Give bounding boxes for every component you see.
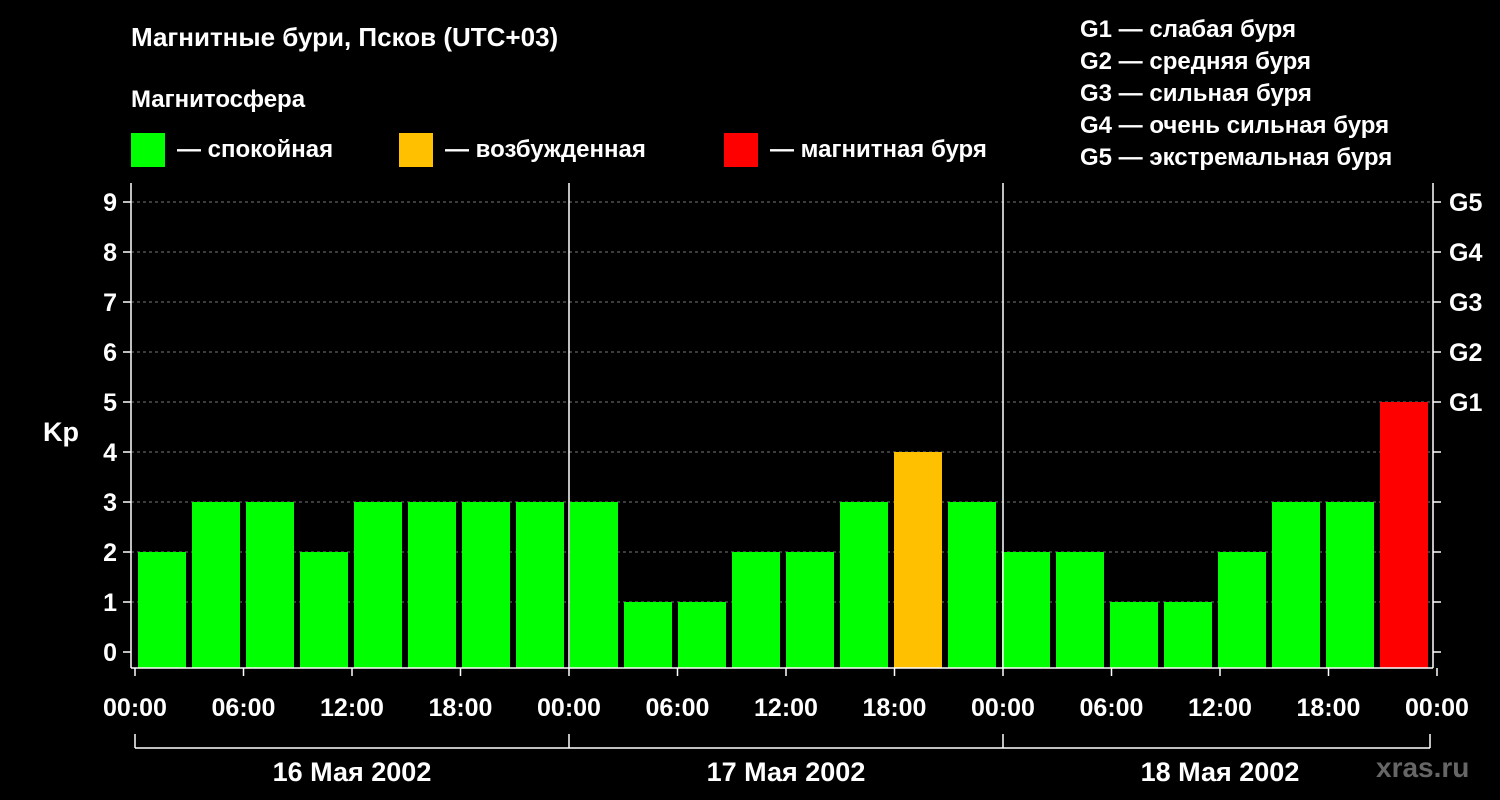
g-axis-label: G4 (1449, 239, 1482, 267)
kp-bar (246, 502, 294, 668)
y-tick-label: 9 (103, 189, 117, 217)
kp-bar (1272, 502, 1320, 668)
day-label: 17 Мая 2002 (707, 757, 866, 787)
g-axis-label: G3 (1449, 289, 1482, 317)
x-tick-label: 00:00 (1405, 694, 1469, 722)
g-axis-label: G5 (1449, 189, 1482, 217)
x-tick-label: 00:00 (103, 694, 167, 722)
x-tick-label: 12:00 (1188, 694, 1252, 722)
kp-bar (786, 552, 834, 668)
x-tick-label: 18:00 (429, 694, 493, 722)
kp-bar (894, 452, 942, 668)
kp-bar (462, 502, 510, 668)
kp-bar (408, 502, 456, 668)
kp-bar (678, 602, 726, 668)
kp-bar (1002, 552, 1050, 668)
kp-bar (1326, 502, 1374, 668)
y-tick-label: 7 (103, 289, 117, 317)
x-tick-label: 06:00 (212, 694, 276, 722)
kp-bar (354, 502, 402, 668)
x-tick-label: 18:00 (863, 694, 927, 722)
y-tick-label: 1 (103, 589, 117, 617)
kp-bar (624, 602, 672, 668)
x-tick-label: 12:00 (320, 694, 384, 722)
x-tick-label: 12:00 (754, 694, 818, 722)
kp-bar (1380, 402, 1428, 668)
y-tick-label: 3 (103, 489, 117, 517)
kp-bar (192, 502, 240, 668)
kp-bar (1164, 602, 1212, 668)
y-tick-label: 4 (103, 439, 117, 467)
y-tick-label: 8 (103, 239, 117, 267)
y-tick-label: 0 (103, 639, 117, 667)
g-axis-label: G2 (1449, 339, 1482, 367)
kp-bar (138, 552, 186, 668)
x-tick-label: 06:00 (1080, 694, 1144, 722)
g-axis-label: G1 (1449, 389, 1482, 417)
kp-bar (1056, 552, 1104, 668)
kp-bar (300, 552, 348, 668)
kp-bar (1110, 602, 1158, 668)
kp-bar (840, 502, 888, 668)
kp-bar (732, 552, 780, 668)
y-tick-label: 2 (103, 539, 117, 567)
kp-bar (1218, 552, 1266, 668)
x-tick-label: 00:00 (537, 694, 601, 722)
y-tick-label: 5 (103, 389, 117, 417)
day-label: 16 Мая 2002 (273, 757, 432, 787)
kp-bar (516, 502, 564, 668)
kp-bar (570, 502, 618, 668)
day-label: 18 Мая 2002 (1141, 757, 1300, 787)
y-axis-label: Kp (43, 417, 79, 447)
x-tick-label: 18:00 (1297, 694, 1361, 722)
kp-bar (948, 502, 996, 668)
y-tick-label: 6 (103, 339, 117, 367)
watermark: xras.ru (1376, 752, 1470, 783)
x-tick-label: 06:00 (646, 694, 710, 722)
x-tick-label: 00:00 (971, 694, 1035, 722)
kp-chart: 0 1 2 3 4 5 6 7 8 9 G1 G2 G3 G4 G5 Kp 00:00 06:00 12:00 18:… (43, 183, 1482, 787)
